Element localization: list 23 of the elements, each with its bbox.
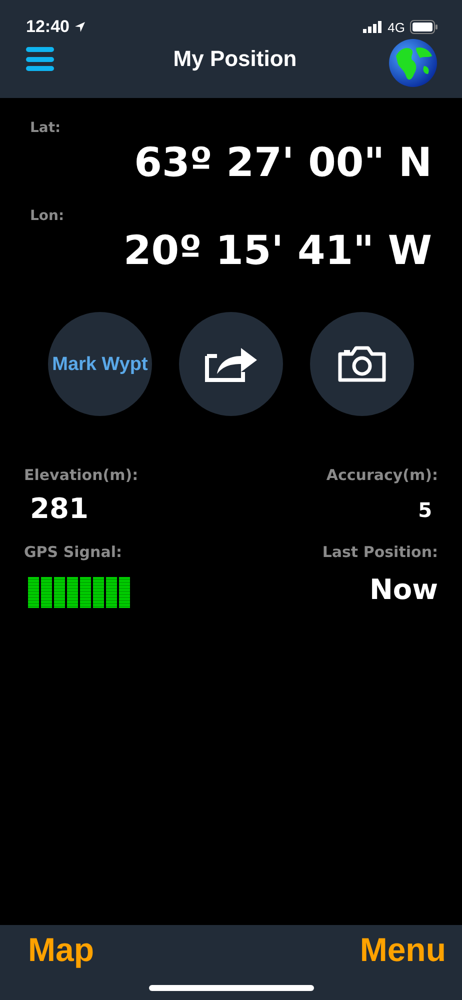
menu-icon[interactable] bbox=[26, 47, 54, 71]
gps-signal-label: GPS Signal: bbox=[24, 543, 123, 561]
mark-waypoint-button[interactable]: Mark Wypt bbox=[48, 312, 152, 416]
status-time: 12:40 bbox=[26, 17, 70, 37]
network-type: 4G bbox=[388, 20, 405, 34]
location-arrow-icon bbox=[74, 21, 86, 33]
menu-tab[interactable]: Menu bbox=[360, 931, 446, 969]
camera-icon bbox=[338, 346, 386, 382]
accuracy-label: Accuracy(m): bbox=[326, 466, 438, 484]
elevation-value: 281 bbox=[30, 492, 90, 525]
longitude-label: Lon: bbox=[30, 208, 66, 224]
last-position-value: Now bbox=[369, 573, 438, 606]
elevation-label: Elevation(m): bbox=[24, 466, 140, 484]
latitude-label: Lat: bbox=[30, 120, 62, 136]
battery-icon bbox=[410, 20, 438, 34]
signal-icon bbox=[362, 21, 383, 33]
globe-icon[interactable] bbox=[388, 38, 438, 88]
accuracy-value: 5 bbox=[418, 498, 432, 522]
map-tab[interactable]: Map bbox=[28, 931, 94, 969]
longitude-value: 20º 15' 41" W bbox=[122, 228, 432, 274]
screen-title: My Position bbox=[173, 46, 297, 72]
latitude-value: 63º 27' 00" N bbox=[133, 140, 432, 186]
last-position-label: Last Position: bbox=[322, 543, 438, 561]
